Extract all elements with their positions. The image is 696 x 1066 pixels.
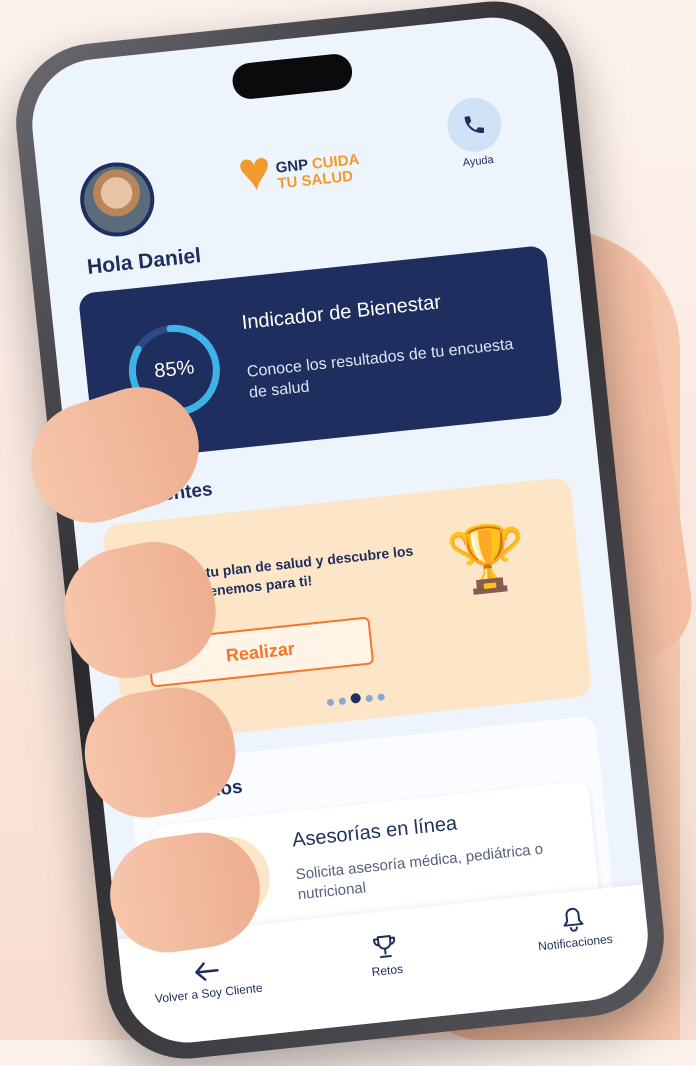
phone-icon xyxy=(464,116,485,133)
bell-icon xyxy=(563,907,584,932)
trophy-icon: 🏆 xyxy=(444,518,532,599)
help-icon-circle xyxy=(444,95,505,155)
user-avatar[interactable] xyxy=(76,158,158,241)
wellness-title: Indicador de Bienestar xyxy=(240,291,443,335)
tab-back-label: Volver a Soy Cliente xyxy=(154,980,264,1006)
help-button[interactable]: Ayuda xyxy=(442,95,509,171)
tab-notificaciones-label: Notificaciones xyxy=(537,931,614,954)
heart-logo-icon: ♥ xyxy=(234,137,275,204)
carousel-dot[interactable] xyxy=(377,693,386,701)
tab-retos[interactable]: Retos xyxy=(344,929,428,981)
app-logo: ♥ GNP CUIDA TU SALUD xyxy=(235,129,391,214)
logo-text: GNP CUIDA TU SALUD xyxy=(275,151,362,193)
arrow-left-icon xyxy=(195,962,219,981)
trophy-outline-icon xyxy=(373,935,396,959)
phone-device: ♥ GNP CUIDA TU SALUD Ayuda Hola Daniel 8… xyxy=(8,0,672,1066)
help-label: Ayuda xyxy=(462,153,495,170)
wellness-subtitle: Conoce los resultados de tu encuesta de … xyxy=(246,335,515,402)
carousel-dot[interactable] xyxy=(338,697,347,706)
greeting-text: Hola Daniel xyxy=(85,244,203,279)
carousel-dot[interactable] xyxy=(365,694,374,703)
carousel-dot[interactable] xyxy=(326,698,335,707)
carousel-dots[interactable] xyxy=(326,687,391,711)
benefit-title: Asesorías en línea xyxy=(291,812,459,852)
carousel-dot[interactable] xyxy=(350,692,362,704)
tab-notificaciones[interactable]: Notificaciones xyxy=(517,900,631,955)
tab-retos-label: Retos xyxy=(370,961,404,980)
tab-back-to-client[interactable]: Volver a Soy Cliente xyxy=(131,953,284,1008)
